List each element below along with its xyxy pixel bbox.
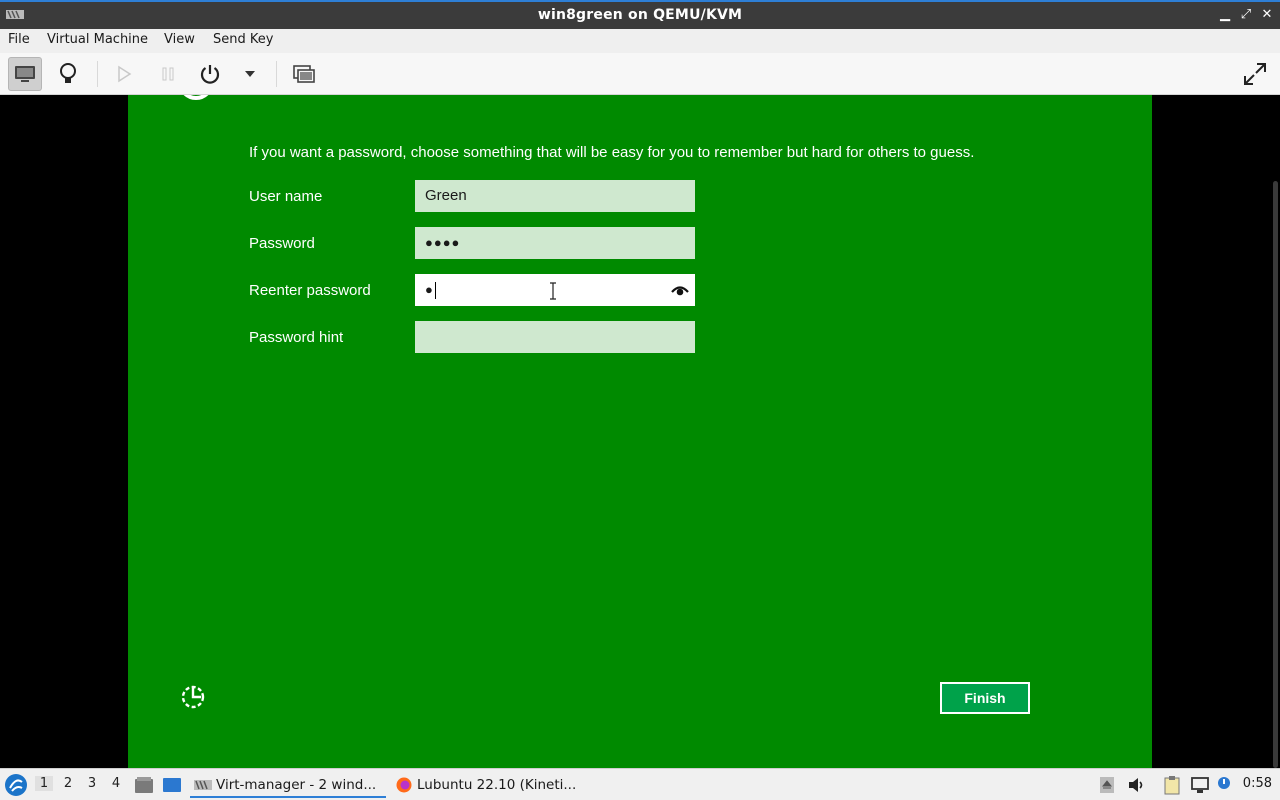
ease-of-access-icon[interactable] [180,684,206,710]
reenter-password-field[interactable]: ● [415,274,695,306]
clock: 0:58 [1242,776,1272,791]
menu-view[interactable]: View [164,32,195,47]
reenter-password-value: ● [425,282,433,297]
eject-icon[interactable] [1097,775,1117,795]
console-button[interactable] [8,57,42,91]
reenter-password-label: Reenter password [249,282,371,299]
password-label: Password [249,235,315,252]
task-label: Virt-manager - 2 wind... [216,777,377,793]
network-icon[interactable] [1190,775,1210,795]
screenshot-icon [293,65,315,83]
back-arrow-icon[interactable] [178,95,214,100]
shutdown-menu-button[interactable] [233,57,267,91]
update-notifier-icon[interactable] [1214,775,1234,795]
desktop-3[interactable]: 3 [83,776,101,791]
vm-scrollbar[interactable] [1273,181,1278,768]
desktop-1[interactable]: 1 [35,776,53,791]
menu-file[interactable]: File [8,32,30,47]
task-virt-manager[interactable]: Virt-manager - 2 wind... [190,772,386,798]
clipboard-icon[interactable] [1162,775,1182,795]
page-title: Your account [254,95,533,104]
file-manager-icon[interactable] [134,775,154,795]
toolbar [0,53,1280,95]
text-cursor-icon [550,282,556,300]
pause-icon [162,67,174,81]
play-icon [118,65,132,83]
chevron-down-icon [245,71,255,77]
start-menu-icon[interactable] [4,773,28,797]
run-button[interactable] [107,57,141,91]
virt-manager-icon [194,780,212,790]
shutdown-button[interactable] [193,57,227,91]
instruction-text: If you want a password, choose something… [249,144,975,161]
show-desktop-icon[interactable] [162,775,182,795]
monitor-icon [15,66,35,82]
username-label: User name [249,188,323,205]
pause-button[interactable] [151,57,185,91]
vm-screen[interactable]: Your account If you want a password, cho… [128,95,1152,768]
desktop-2[interactable]: 2 [59,776,77,791]
window-title: win8green on QEMU/KVM [537,7,743,23]
menubar: File Virtual Machine View Send Key [0,29,1280,53]
fullscreen-icon [1244,63,1266,85]
power-icon [200,65,220,84]
menu-virtual-machine[interactable]: Virtual Machine [47,32,148,47]
lightbulb-icon [60,63,76,83]
task-firefox[interactable]: Lubuntu 22.10 (Kineti... [391,772,587,798]
close-button[interactable]: ✕ [1258,6,1276,24]
firefox-icon [396,777,412,793]
minimize-button[interactable]: ▁ [1216,6,1234,24]
password-hint-label: Password hint [249,329,344,346]
password-hint-field[interactable] [415,321,695,353]
window-titlebar[interactable]: win8green on QEMU/KVM ▁ ⤢ ✕ [0,0,1280,29]
vm-display[interactable]: Your account If you want a password, cho… [0,95,1280,768]
finish-button[interactable]: Finish [940,682,1030,714]
volume-icon[interactable] [1126,775,1146,795]
screenshot-button[interactable] [287,57,321,91]
maximize-button[interactable]: ⤢ [1237,6,1255,24]
page-heading: Your account [178,95,533,105]
eye-icon[interactable] [671,282,689,298]
username-field[interactable]: Green [415,180,695,212]
desktop-4[interactable]: 4 [107,776,125,791]
taskbar: 1 2 3 4 Virt-manager - 2 wind... Lubuntu… [0,768,1280,800]
fullscreen-button[interactable] [1238,57,1272,91]
menu-send-key[interactable]: Send Key [213,32,273,47]
password-field[interactable]: ●●●● [415,227,695,259]
details-button[interactable] [51,57,85,91]
task-label: Lubuntu 22.10 (Kineti... [417,777,577,793]
text-caret [434,281,436,299]
